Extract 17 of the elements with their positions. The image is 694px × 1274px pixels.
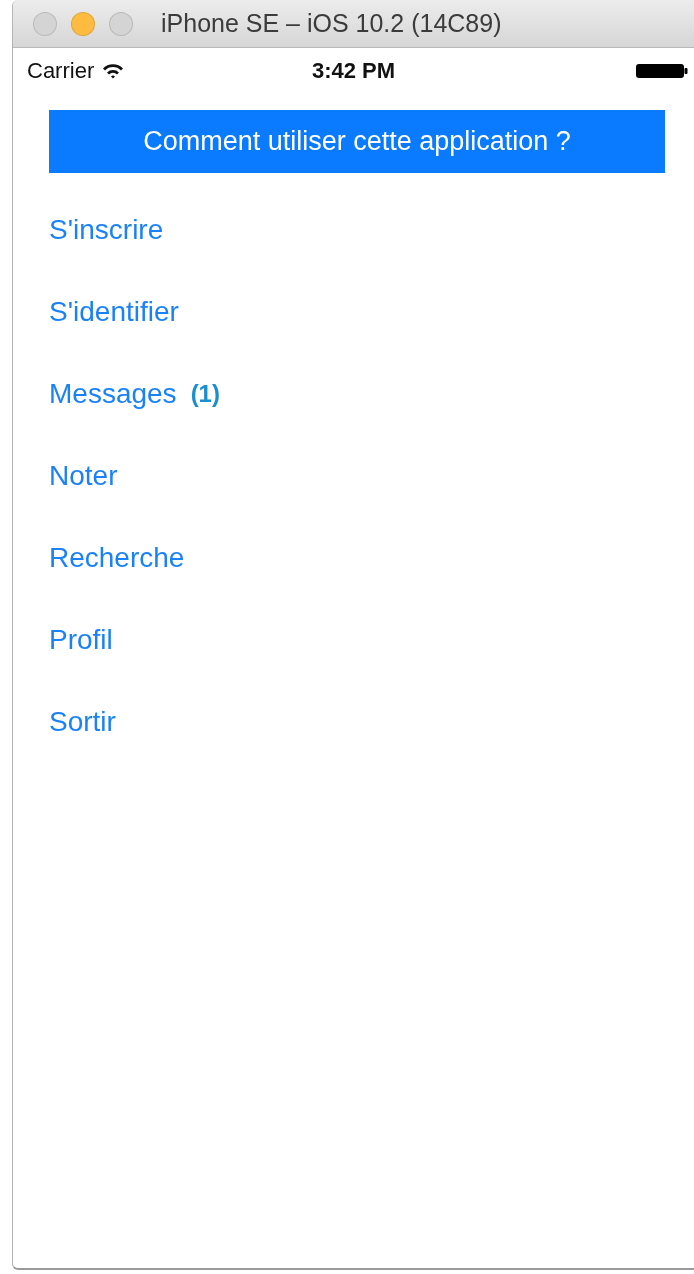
status-time: 3:42 PM — [311, 58, 396, 84]
wifi-icon — [102, 63, 125, 79]
close-window-button[interactable] — [33, 11, 57, 36]
menu-link[interactable]: Sortir — [49, 706, 116, 738]
menu-link[interactable]: Messages — [49, 378, 177, 410]
minimize-window-button[interactable] — [71, 11, 95, 36]
menu-link[interactable]: Noter — [49, 460, 118, 492]
zoom-window-button[interactable] — [109, 11, 133, 36]
menu-link[interactable]: S'identifier — [49, 296, 179, 328]
menu-link[interactable]: S'inscrire — [49, 214, 164, 246]
menu-link[interactable]: Recherche — [49, 542, 185, 574]
battery-icon — [636, 63, 688, 79]
window-title: iPhone SE – iOS 10.2 (14C89) — [161, 9, 502, 38]
menu-link[interactable]: Profil — [49, 624, 113, 656]
unread-count: (1) — [190, 380, 220, 408]
carrier-label: Carrier — [27, 58, 95, 84]
help-button[interactable]: Comment utiliser cette application ? — [49, 110, 665, 173]
